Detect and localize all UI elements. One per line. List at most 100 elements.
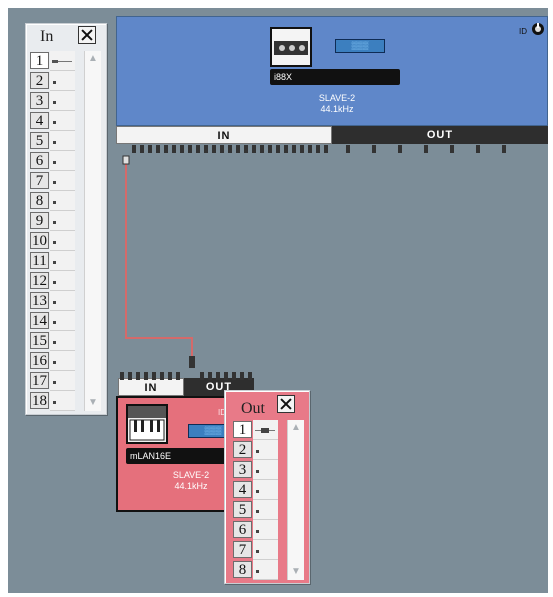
in-port-slot[interactable] — [50, 131, 75, 151]
in-port-number: 12 — [30, 272, 49, 289]
in-port-number: 2 — [30, 72, 49, 89]
port-dot-icon — [53, 281, 56, 284]
port-dot-icon — [256, 570, 259, 573]
i88x-status: SLAVE-2 44.1kHz — [302, 93, 372, 115]
in-port-number: 11 — [30, 252, 49, 269]
in-port-number: 1 — [30, 52, 49, 69]
in-port-number: 6 — [30, 152, 49, 169]
in-port-slot[interactable] — [50, 251, 75, 271]
in-port-slot[interactable] — [50, 351, 75, 371]
in-port-slot[interactable] — [50, 191, 75, 211]
in-port-number: 5 — [30, 132, 49, 149]
port-dot-icon — [256, 450, 259, 453]
port-dot-icon — [53, 101, 56, 104]
out-window-scrollbar[interactable]: ▲ ▼ — [287, 420, 304, 580]
in-port-number: 15 — [30, 332, 49, 349]
out-port-number: 1 — [233, 421, 252, 438]
in-port-slot[interactable] — [50, 151, 75, 171]
in-window-title: In — [40, 28, 54, 45]
mlan16e-keyboard-icon — [126, 404, 168, 444]
plug-icon — [52, 60, 72, 63]
scroll-up-icon[interactable]: ▲ — [289, 421, 303, 435]
i88x-device-icon — [270, 27, 312, 67]
tab-mlan16e-in[interactable]: IN — [118, 378, 184, 396]
in-port-number: 16 — [30, 352, 49, 369]
scroll-down-icon[interactable]: ▼ — [86, 396, 100, 410]
out-port-window[interactable]: Out 1 2 3 4 5 6 7 8 ▲ ▼ — [224, 390, 310, 584]
port-dot-icon — [53, 361, 56, 364]
in-window-scrollbar[interactable]: ▲ ▼ — [84, 51, 101, 411]
device-i88x[interactable]: ▒▒▒ i88X SLAVE-2 44.1kHz ID IN OUT — [116, 16, 548, 154]
in-port-number: 13 — [30, 292, 49, 309]
mlan16e-output-connectors — [200, 372, 252, 380]
in-port-slot[interactable] — [50, 211, 75, 231]
in-port-slot[interactable] — [50, 331, 75, 351]
in-port-slot[interactable] — [50, 391, 75, 411]
i88x-output-connectors — [346, 145, 526, 153]
i88x-indicator: ▒▒▒ — [335, 39, 385, 53]
port-dot-icon — [256, 490, 259, 493]
mlan16e-name-label: mLAN16E — [126, 448, 226, 464]
scroll-down-icon[interactable]: ▼ — [289, 565, 303, 579]
in-window-close-button[interactable] — [78, 26, 96, 44]
mlan16e-sample-rate: 44.1kHz — [174, 481, 208, 491]
port-dot-icon — [53, 141, 56, 144]
out-port-number: 2 — [233, 441, 252, 458]
i88x-sync-mode: SLAVE-2 — [318, 93, 356, 103]
in-port-number: 4 — [30, 112, 49, 129]
port-dot-icon — [53, 401, 56, 404]
in-port-number: 17 — [30, 372, 49, 389]
out-port-slot[interactable] — [253, 440, 278, 460]
i88x-name-label: i88X — [270, 69, 400, 85]
in-port-slot[interactable] — [50, 271, 75, 291]
plug-icon — [255, 428, 275, 433]
device-i88x-panel[interactable]: ▒▒▒ i88X SLAVE-2 44.1kHz ID — [116, 16, 548, 126]
port-dot-icon — [53, 301, 56, 304]
out-port-slot[interactable] — [253, 500, 278, 520]
in-port-number: 8 — [30, 192, 49, 209]
i88x-id-knob-icon[interactable] — [531, 22, 545, 36]
out-port-slot[interactable] — [253, 480, 278, 500]
port-dot-icon — [53, 181, 56, 184]
in-port-slot[interactable] — [50, 71, 75, 91]
port-dot-icon — [53, 241, 56, 244]
in-port-number: 9 — [30, 212, 49, 229]
scroll-up-icon[interactable]: ▲ — [86, 52, 100, 66]
port-dot-icon — [256, 510, 259, 513]
out-port-slot[interactable] — [253, 540, 278, 560]
mlan16e-status: SLAVE-2 44.1kHz — [156, 470, 226, 492]
out-window-close-button[interactable] — [277, 395, 295, 413]
port-dot-icon — [53, 321, 56, 324]
in-port-number: 18 — [30, 392, 49, 409]
port-dot-icon — [256, 530, 259, 533]
in-port-number: 7 — [30, 172, 49, 189]
in-port-slot[interactable] — [50, 91, 75, 111]
in-port-slot[interactable] — [50, 171, 75, 191]
in-port-window[interactable]: In 1 2 3 4 5 6 7 8 9 10 11 12 13 14 15 1… — [25, 23, 107, 415]
in-port-slot[interactable] — [50, 111, 75, 131]
out-port-slot[interactable] — [253, 420, 278, 440]
port-dot-icon — [256, 470, 259, 473]
port-dot-icon — [53, 201, 56, 204]
port-dot-icon — [53, 121, 56, 124]
out-port-slot[interactable] — [253, 460, 278, 480]
in-port-slot[interactable] — [50, 371, 75, 391]
port-dot-icon — [53, 341, 56, 344]
out-port-slot[interactable] — [253, 560, 278, 580]
mlan16e-sync-mode: SLAVE-2 — [172, 470, 210, 480]
port-dot-icon — [53, 161, 56, 164]
port-dot-icon — [53, 221, 56, 224]
tab-i88x-out[interactable]: OUT — [332, 126, 548, 144]
port-dot-icon — [53, 81, 56, 84]
out-port-number: 5 — [233, 501, 252, 518]
tab-i88x-in[interactable]: IN — [116, 126, 332, 144]
in-port-slot[interactable] — [50, 51, 75, 71]
port-dot-icon — [53, 381, 56, 384]
in-port-slot[interactable] — [50, 291, 75, 311]
in-port-slot[interactable] — [50, 231, 75, 251]
out-port-number: 8 — [233, 561, 252, 578]
out-port-slot[interactable] — [253, 520, 278, 540]
port-dot-icon — [53, 261, 56, 264]
in-port-slot[interactable] — [50, 311, 75, 331]
mlan16e-input-connectors — [120, 372, 180, 380]
